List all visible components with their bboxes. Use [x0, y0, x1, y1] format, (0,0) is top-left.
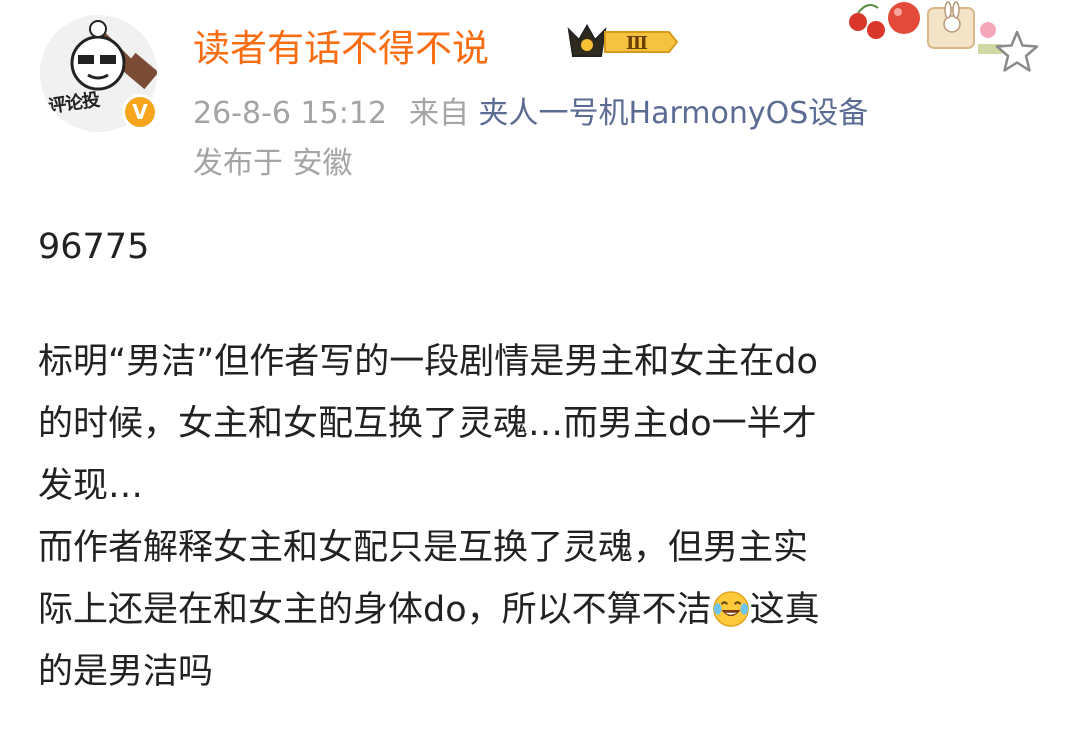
location: 发布于 安徽 [193, 146, 353, 181]
username[interactable]: 读者有话不得不说 [193, 18, 489, 72]
post-text-segment: 这真 [749, 590, 820, 630]
vip-crown-badge-icon[interactable]: Ⅲ [565, 20, 681, 64]
laughing-crying-emoji-icon [712, 591, 749, 627]
from-label: 来自 [409, 96, 469, 131]
post-text-line: 发现… [38, 466, 144, 506]
verified-badge-icon: V [122, 94, 158, 130]
post-meta: 26-8-6 15:12 来自 夹人一号机HarmonyOS设备 [193, 88, 868, 132]
post-text-line: 的是男洁吗 [38, 652, 214, 692]
post-text-line-with-emoji: 际上还是在和女主的身体do，所以不算不洁 这真 [38, 579, 820, 641]
vip-level: Ⅲ [626, 33, 648, 54]
device-link[interactable]: 夹人一号机HarmonyOS设备 [479, 96, 869, 131]
post-number: 96775 [38, 227, 150, 267]
post-text-segment: 际上还是在和女主的身体do，所以不算不洁 [38, 590, 712, 630]
post-text-line: 标明“男洁”但作者写的一段剧情是男主和女主在do [38, 342, 818, 382]
timestamp: 26-8-6 15:12 [193, 96, 387, 131]
cherry-bunny-decoration [849, 1, 1002, 54]
star-icon[interactable] [993, 28, 1041, 76]
post-text-line: 的时候，女主和女配互换了灵魂…而男主do一半才 [38, 404, 817, 444]
post-text-line: 而作者解释女主和女配只是互换了灵魂，但男主实 [38, 528, 809, 568]
